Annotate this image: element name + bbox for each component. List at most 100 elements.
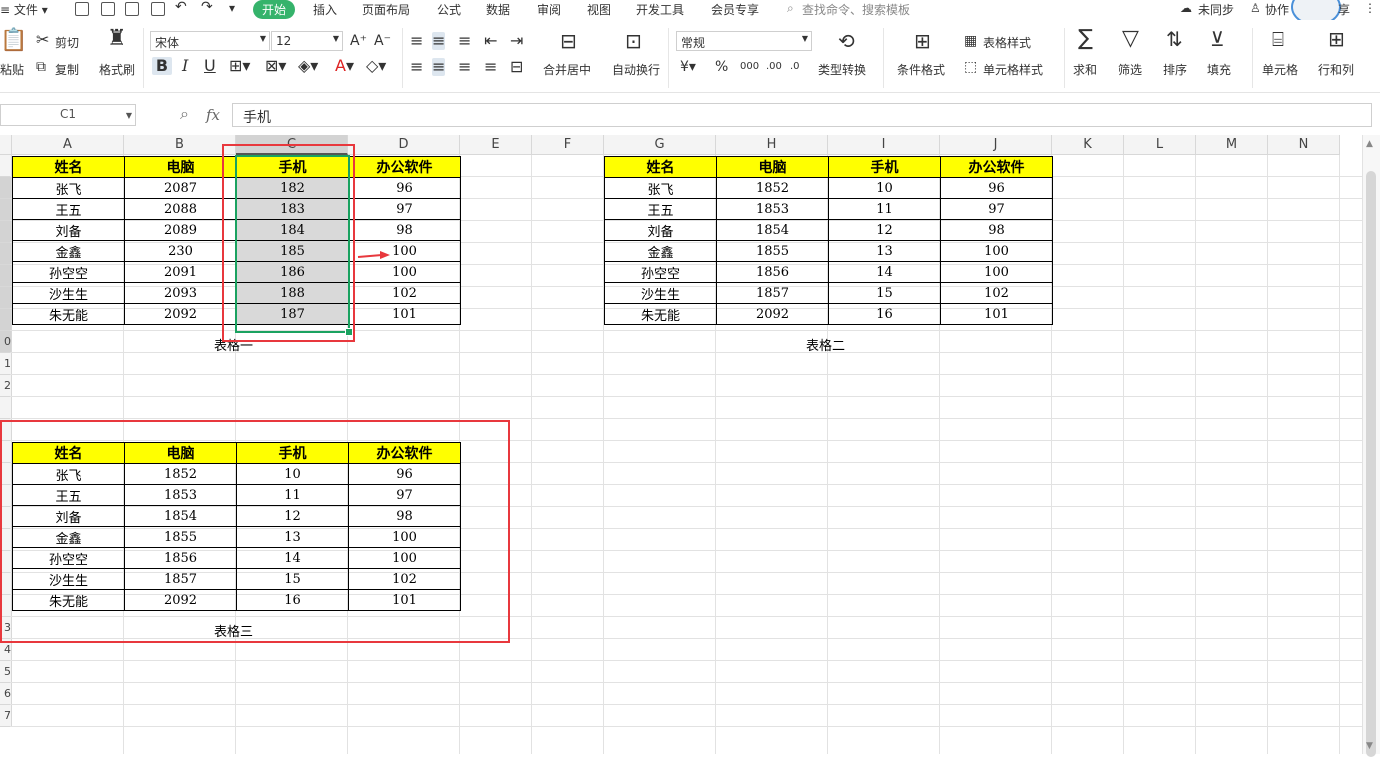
table-cell[interactable]: 孙空空 [604,261,717,283]
column-header-j[interactable]: J [940,135,1052,155]
indent-decrease-icon[interactable]: ⇤ [484,32,497,50]
percent-icon[interactable]: % [715,58,728,76]
tab-view[interactable]: 视图 [587,1,611,18]
decrease-font-icon[interactable]: A⁻ [374,32,391,50]
zoom-icon[interactable]: ⌕ [180,105,189,123]
merge-cells-icon[interactable]: ⊟ [560,31,577,51]
scroll-up-icon[interactable]: ▲ [1366,139,1373,149]
row-header[interactable] [0,243,12,265]
scrollbar-thumb[interactable] [1366,171,1376,757]
table-cell[interactable]: 2087 [124,177,237,199]
spreadsheet-grid[interactable]: A B C D E F G H I J K L M N 0 1 2 3 4 5 6 7 姓名 电脑 手机 办公软件 张飞 2087 18… [0,135,1362,754]
table-header-cell[interactable]: 姓名 [604,156,717,178]
table-cell[interactable]: 98 [940,219,1053,241]
row-header[interactable] [0,397,12,419]
column-header-n[interactable]: N [1268,135,1340,155]
scroll-down-icon[interactable]: ▼ [1366,741,1373,751]
table-cell[interactable]: 金鑫 [604,240,717,262]
fx-icon[interactable]: fx [206,106,220,124]
currency-icon[interactable]: ¥▾ [680,58,696,76]
underline-icon[interactable]: U [204,57,216,75]
row-header[interactable]: 6 [0,683,12,705]
row-header[interactable]: 0 [0,331,12,353]
copy-icon[interactable]: ⧉ [36,58,46,76]
row-header[interactable]: 1 [0,353,12,375]
table-cell[interactable]: 朱无能 [604,303,717,325]
tab-data[interactable]: 数据 [486,1,510,18]
table-cell[interactable]: 1855 [716,240,829,262]
table-cell[interactable]: 沙生生 [12,282,125,304]
row-header[interactable]: 5 [0,661,12,683]
table-cell[interactable]: 11 [828,198,941,220]
print-icon[interactable] [125,2,139,16]
table-cell[interactable]: 2092 [716,303,829,325]
format-painter-icon[interactable]: ♜ [107,28,127,50]
table-cell[interactable]: 2088 [124,198,237,220]
table-cell[interactable]: 96 [348,177,461,199]
row-col-icon[interactable]: ⊞ [1328,29,1345,49]
row-header[interactable] [0,287,12,309]
align-left-icon[interactable]: ≡ [410,58,423,76]
row-header[interactable] [0,199,12,221]
wrap-text-icon[interactable]: ⊡ [625,31,642,51]
table-cell[interactable]: 1857 [716,282,829,304]
paste-button[interactable]: 粘贴 [0,61,24,78]
column-header-g[interactable]: G [604,135,716,155]
font-name-select[interactable]: 宋体 ▼ [150,31,270,51]
cell-button[interactable]: 单元格 [1262,61,1298,78]
table-cell[interactable]: 97 [940,198,1053,220]
table-cell[interactable]: 金鑫 [12,240,125,262]
row-col-button[interactable]: 行和列 [1318,61,1354,78]
table-cell[interactable]: 96 [940,177,1053,199]
table-style-button[interactable]: 表格样式 [983,34,1031,51]
table-cell[interactable]: 2093 [124,282,237,304]
column-header-l[interactable]: L [1124,135,1196,155]
command-search[interactable]: 查找命令、搜索模板 [802,1,910,18]
column-header-i[interactable]: I [828,135,940,155]
table-cell[interactable]: 王五 [604,198,717,220]
redo-icon[interactable]: ↷ [201,0,213,15]
sync-status[interactable]: 未同步 [1198,1,1234,18]
border-icon[interactable]: ⊞▾ [229,57,250,75]
table-cell[interactable]: 孙空空 [12,261,125,283]
table-cell[interactable]: 16 [828,303,941,325]
table-cell[interactable]: 1852 [716,177,829,199]
name-box[interactable]: C1 ▼ [0,104,136,126]
table-cell[interactable]: 15 [828,282,941,304]
table-cell[interactable]: 刘备 [604,219,717,241]
scissors-icon[interactable]: ✂ [36,31,49,49]
table-cell[interactable]: 97 [348,198,461,220]
vertical-scrollbar[interactable]: ▲ ▼ [1362,135,1380,757]
table-cell[interactable]: 101 [940,303,1053,325]
paste-icon[interactable]: 📋 [0,30,27,52]
fill-button[interactable]: 填充 [1207,61,1231,78]
table-cell[interactable]: 2091 [124,261,237,283]
table-cell[interactable]: 100 [940,240,1053,262]
collab-button[interactable]: 协作 [1265,1,1289,18]
tab-member[interactable]: 会员专享 [711,1,759,18]
indent-increase-icon[interactable]: ⇥ [510,32,523,50]
table-header-cell[interactable]: 办公软件 [348,156,461,178]
fill-pattern-icon[interactable]: ⊠▾ [265,57,286,75]
table-cell[interactable]: 刘备 [12,219,125,241]
table-header-cell[interactable]: 电脑 [716,156,829,178]
conditional-format-button[interactable]: 条件格式 [897,61,945,78]
sort-button[interactable]: 排序 [1163,61,1187,78]
table-cell[interactable]: 101 [348,303,461,325]
row-header[interactable] [0,155,12,177]
quick-access-dropdown-icon[interactable]: ▾ [229,1,235,15]
table-header-cell[interactable]: 电脑 [124,156,237,178]
table-cell[interactable]: 100 [348,261,461,283]
thousands-icon[interactable]: 000 [740,58,759,76]
table-cell[interactable]: 朱无能 [12,303,125,325]
cut-button[interactable]: 剪切 [55,34,79,51]
table-style-icon[interactable]: ▦ [964,32,977,50]
table-cell[interactable]: 张飞 [12,177,125,199]
column-header-h[interactable]: H [716,135,828,155]
row-header[interactable]: 7 [0,705,12,727]
table-cell[interactable]: 2089 [124,219,237,241]
table-cell[interactable]: 14 [828,261,941,283]
align-middle-icon[interactable]: ≡ [432,32,446,50]
share-button[interactable]: 享 [1338,1,1350,18]
tab-insert[interactable]: 插入 [313,1,337,18]
